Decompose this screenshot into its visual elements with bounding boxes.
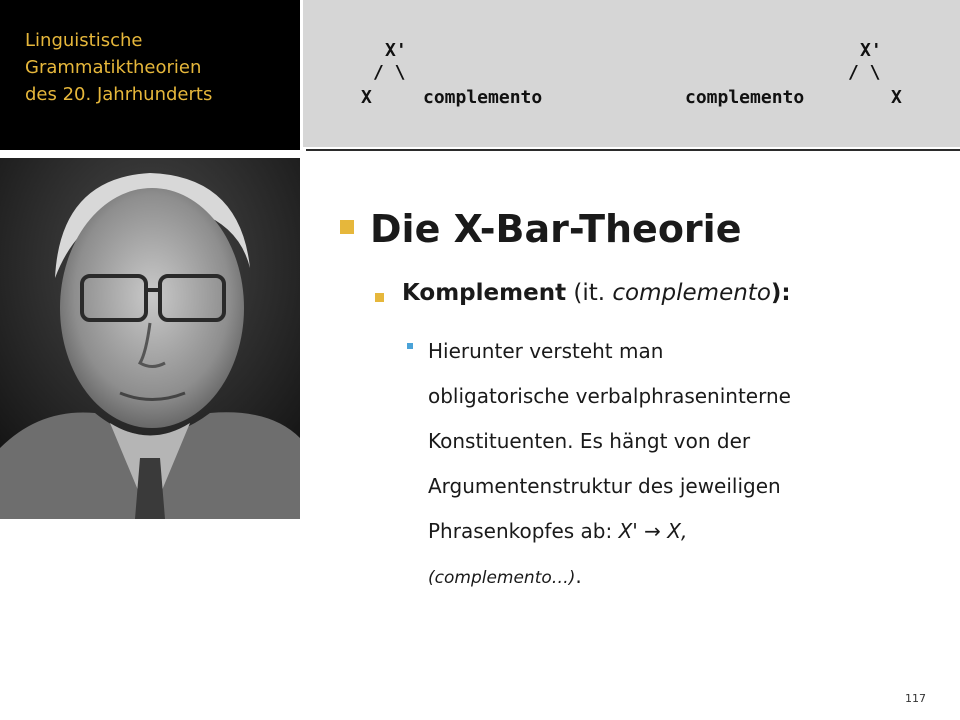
sub-point: Komplement (it. complemento): — [402, 280, 791, 306]
body-line-6-plain: . — [575, 564, 582, 588]
tree-right-complement: complemento — [685, 87, 805, 108]
body-paragraph: Hierunter versteht man obligatorische ve… — [428, 329, 928, 601]
sub-paren-open: (it. — [566, 280, 613, 306]
portrait-photo — [0, 158, 300, 519]
body-line-1: Hierunter versteht man — [428, 339, 664, 363]
title-line-2: Grammatiktheorien — [25, 57, 202, 78]
body-line-5: Phrasenkopfes ab: X' → X, — [428, 509, 928, 554]
tree-left-complement: complemento — [423, 87, 543, 108]
body-line-6: (complemento…). — [428, 554, 928, 601]
sub-italic: complemento — [612, 280, 771, 306]
heading-bullet — [340, 220, 354, 234]
body-line-6-italic: (complemento…) — [428, 568, 576, 588]
slide-title: Linguistische Grammatiktheorien des 20. … — [25, 27, 295, 108]
body-line-5-italic: X' → X, — [618, 519, 688, 543]
body-line-2: obligatorische verbalphraseninterne — [428, 384, 791, 408]
xbar-diagram: X' / \ X complemento X' / \ complemento … — [303, 0, 960, 147]
title-box: Linguistische Grammatiktheorien des 20. … — [0, 0, 300, 150]
tree-left-branches: / \ — [373, 62, 406, 83]
sub-bullet — [375, 293, 384, 302]
tree-right-head: X — [891, 87, 902, 108]
tree-right-branches: / \ — [848, 62, 881, 83]
tree-left-head: X — [361, 87, 372, 108]
body-line-3: Konstituenten. Es hängt von der — [428, 429, 751, 453]
tree-right-root: X' — [860, 40, 882, 61]
page-number: 117 — [905, 692, 926, 705]
slide-heading: Die X-Bar-Theorie — [370, 207, 742, 251]
portrait-image — [0, 158, 300, 519]
body-line-5-plain: Phrasenkopfes ab: — [428, 519, 619, 543]
diagram-divider — [306, 149, 960, 151]
title-line-3: des 20. Jahrhunderts — [25, 84, 213, 105]
sub-paren-close: ): — [770, 280, 791, 306]
title-line-1: Linguistische — [25, 30, 143, 51]
body-bullet — [407, 343, 413, 349]
tree-left-root: X' — [385, 40, 407, 61]
body-line-4: Argumentenstruktur des jeweiligen — [428, 474, 781, 498]
sub-keyword: Komplement — [402, 280, 567, 306]
